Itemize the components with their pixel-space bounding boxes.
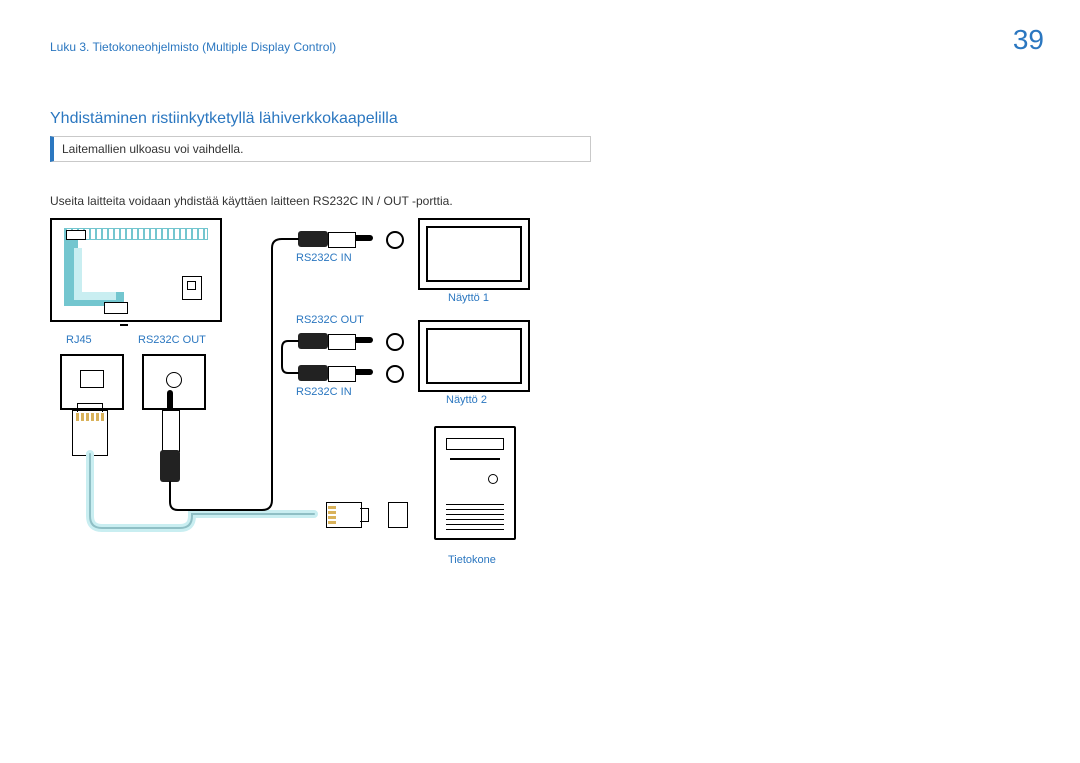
rs232c-in-jack-monitor2 (386, 365, 404, 383)
stereo-plug-monitor1 (298, 230, 376, 248)
chapter-header: Luku 3. Tietokoneohjelmisto (Multiple Di… (50, 40, 336, 54)
monitor-1 (418, 218, 530, 290)
page-number: 39 (1013, 24, 1044, 56)
label-monitor2: Näyttö 2 (446, 394, 487, 406)
body-text: Useita laitteita voidaan yhdistää käyttä… (50, 194, 453, 208)
monitor-2 (418, 320, 530, 392)
rj45-port-box (60, 354, 124, 410)
rs232c-out-port-box (142, 354, 206, 410)
rj45-plug (72, 410, 108, 456)
label-monitor1: Näyttö 1 (448, 292, 489, 304)
label-rs232c-out-left: RS232C OUT (138, 334, 206, 346)
stereo-plug-monitor1-out (298, 332, 376, 350)
rj45-plug-horizontal (326, 500, 378, 528)
label-rs232c-in-monitor1: RS232C IN (296, 252, 352, 264)
device-back-panel (50, 218, 222, 322)
section-title: Yhdistäminen ristiinkytketyllä lähiverkk… (50, 110, 398, 128)
pc-tower (434, 426, 516, 540)
label-rj45: RJ45 (66, 334, 92, 346)
connection-diagram: RJ45 RS232C OUT RS232C IN RS232C OUT (50, 218, 570, 588)
note-text: Laitemallien ulkoasu voi vaihdella. (62, 142, 243, 156)
rs232c-in-jack-monitor1 (386, 231, 404, 249)
rs232c-out-jack-monitor1 (386, 333, 404, 351)
page: Luku 3. Tietokoneohjelmisto (Multiple Di… (0, 0, 1080, 763)
label-computer: Tietokone (448, 554, 496, 566)
stereo-plug-vertical (160, 410, 180, 482)
stereo-plug-monitor2 (298, 364, 376, 382)
lan-jack-pc (388, 502, 408, 528)
label-rs232c-in-monitor2: RS232C IN (296, 386, 352, 398)
note-box: Laitemallien ulkoasu voi vaihdella. (50, 136, 591, 162)
label-rs232c-out-monitor1: RS232C OUT (296, 314, 364, 326)
